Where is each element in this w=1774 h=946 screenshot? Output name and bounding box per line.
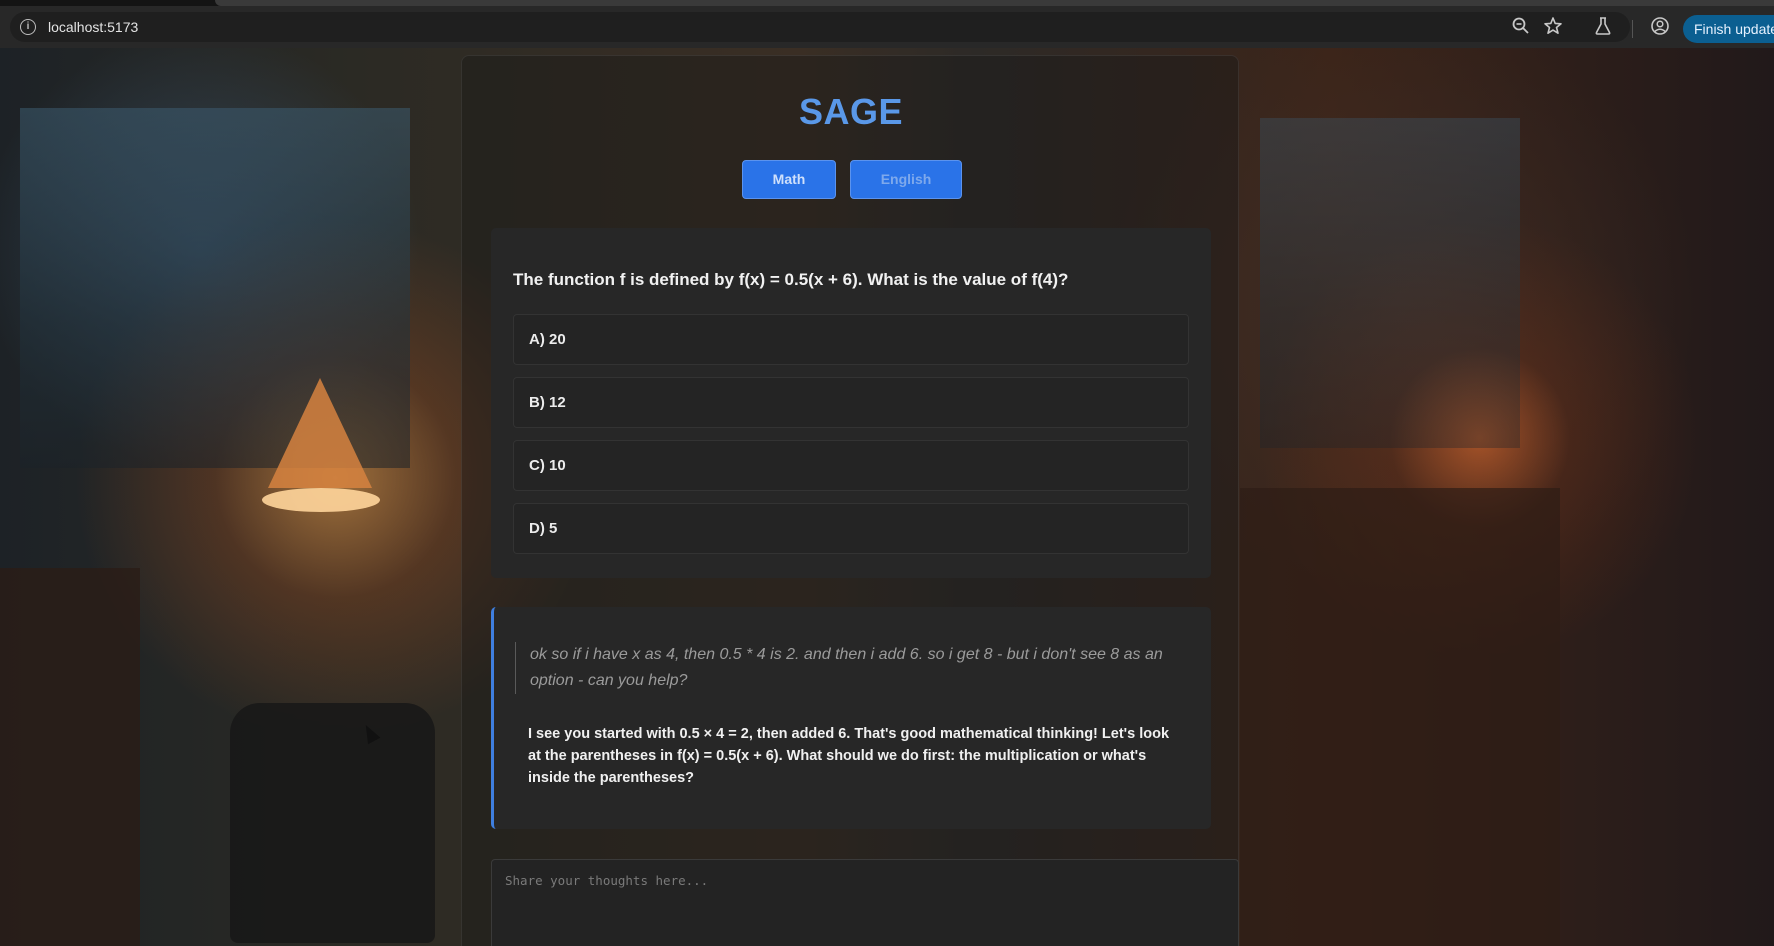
lamp [268, 378, 372, 488]
url-text[interactable]: localhost:5173 [48, 19, 138, 35]
finish-update-button[interactable]: Finish update [1683, 15, 1774, 43]
app-panel: SAGE Math English The function f is defi… [461, 55, 1239, 946]
flask-icon[interactable] [1592, 15, 1614, 37]
star-icon[interactable] [1542, 15, 1564, 37]
conversation-card: ok so if i have x as 4, then 0.5 * 4 is … [491, 607, 1211, 829]
option-a[interactable]: A) 20 [513, 314, 1189, 365]
shelf-right [1240, 488, 1560, 946]
question-card: The function f is defined by f(x) = 0.5(… [491, 228, 1211, 578]
option-d[interactable]: D) 5 [513, 503, 1189, 554]
toolbar-divider [1632, 20, 1633, 38]
tab-math[interactable]: Math [742, 160, 836, 199]
app-title: SAGE [798, 91, 904, 132]
address-bar[interactable]: i localhost:5173 [10, 12, 1630, 42]
info-icon[interactable]: i [20, 19, 36, 35]
option-b[interactable]: B) 12 [513, 377, 1189, 428]
option-c[interactable]: C) 10 [513, 440, 1189, 491]
question-text: The function f is defined by f(x) = 0.5(… [513, 270, 1069, 289]
zoom-out-icon[interactable] [1510, 15, 1532, 37]
tab-english[interactable]: English [850, 160, 962, 199]
window-right [1260, 118, 1520, 448]
desk-left [0, 568, 140, 946]
thoughts-input[interactable] [491, 859, 1239, 946]
tutor-message: I see you started with 0.5 × 4 = 2, then… [528, 726, 1170, 786]
browser-toolbar: i localhost:5173 Finish update [0, 6, 1774, 48]
lamp-light [262, 488, 380, 512]
chair [230, 703, 435, 943]
student-message: ok so if i have x as 4, then 0.5 * 4 is … [515, 642, 1190, 694]
profile-icon[interactable] [1649, 15, 1671, 37]
